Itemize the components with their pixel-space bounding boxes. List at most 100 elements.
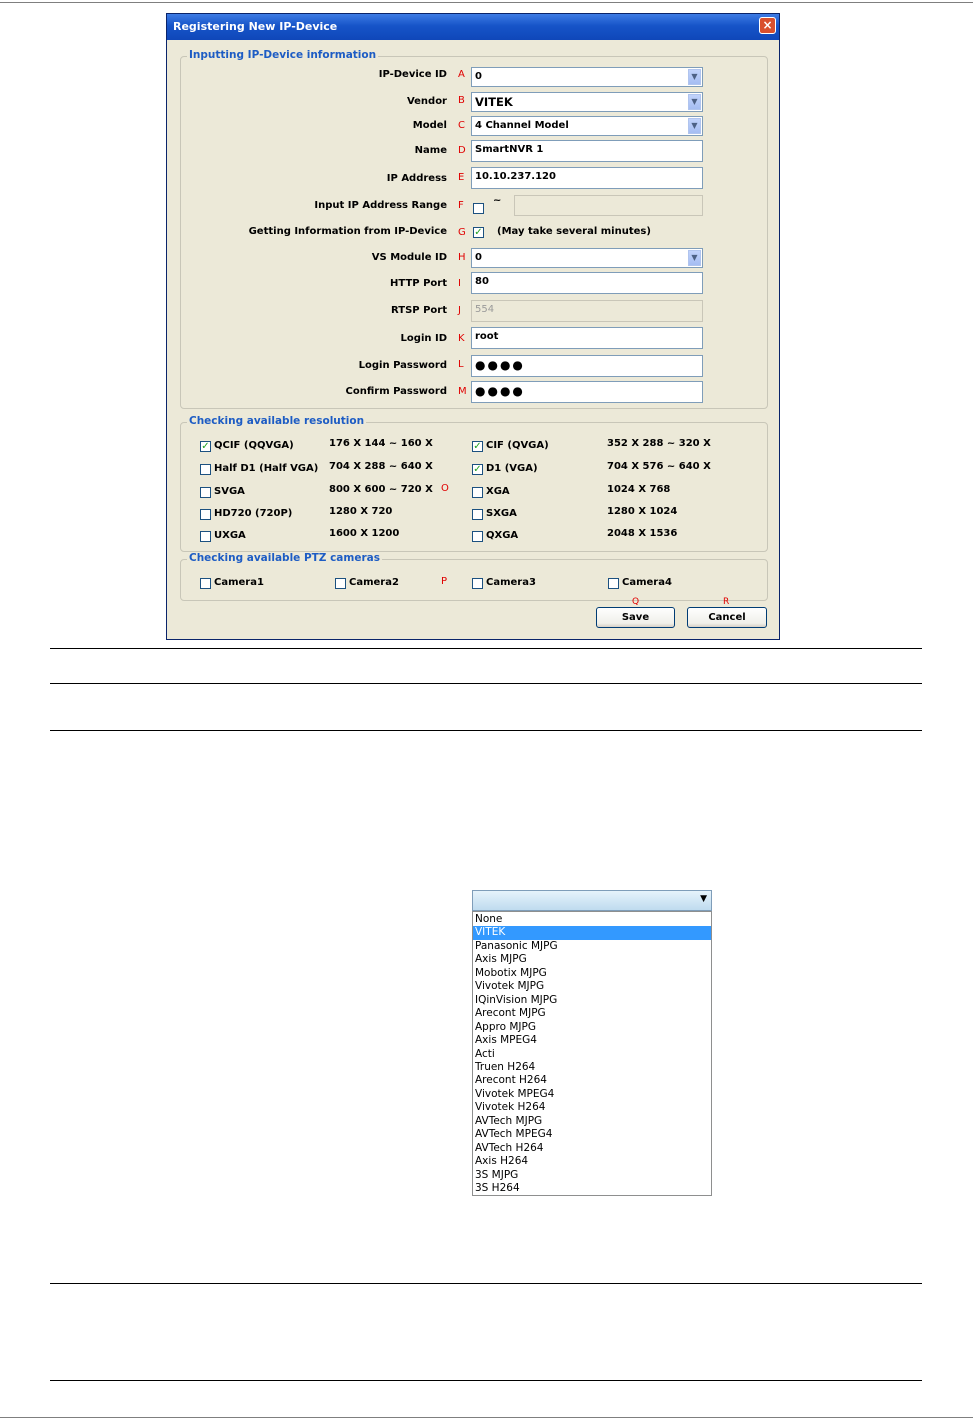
- rule: [50, 1283, 922, 1284]
- resolution-size: 176 X 144 ~ 160 X: [329, 438, 433, 449]
- resolution-checkbox[interactable]: [200, 464, 211, 475]
- camera-label: Camera2: [349, 577, 399, 588]
- ip-range-checkbox[interactable]: [473, 203, 484, 214]
- camera-label: Camera3: [486, 577, 536, 588]
- vs-module-letter: H: [458, 252, 466, 263]
- vendor-dropdown-list: None VITEK Panasonic MJPG Axis MJPG Mobotix …: [472, 911, 712, 1196]
- vs-module-select[interactable]: 0 ▼: [471, 248, 703, 268]
- camera-checkbox[interactable]: [200, 578, 211, 589]
- vendor-option[interactable]: Axis MJPG: [473, 953, 711, 966]
- camera-checkbox[interactable]: [472, 578, 483, 589]
- resolution-label: QCIF (QQVGA): [214, 440, 294, 451]
- cancel-letter: R: [723, 597, 730, 607]
- vendor-select[interactable]: VITEK ▼: [471, 92, 703, 112]
- vendor-option[interactable]: 3S MJPG: [473, 1169, 711, 1182]
- resolution-size: 704 X 576 ~ 640 X: [607, 461, 711, 472]
- resolution-checkbox[interactable]: [200, 487, 211, 498]
- save-button[interactable]: Save: [596, 607, 675, 628]
- device-id-select[interactable]: 0 ▼: [471, 67, 703, 87]
- confirm-password-label: Confirm Password: [345, 386, 447, 397]
- resolution-checkbox[interactable]: [200, 531, 211, 542]
- get-info-note: (May take several minutes): [497, 226, 651, 237]
- rule: [50, 648, 922, 649]
- rtsp-port-letter: J: [458, 305, 461, 316]
- ip-range-letter: F: [458, 200, 464, 211]
- vendor-option[interactable]: Arecont MJPG: [473, 1007, 711, 1020]
- confirm-password-letter: M: [458, 386, 467, 397]
- chevron-down-icon: ▼: [700, 894, 707, 904]
- resolution-checkbox[interactable]: [472, 509, 483, 520]
- login-id-input[interactable]: root: [471, 327, 703, 349]
- resolution-size: 704 X 288 ~ 640 X: [329, 461, 433, 472]
- ip-address-letter: E: [458, 172, 465, 183]
- vendor-option[interactable]: VITEK: [473, 926, 711, 940]
- resolution-checkbox[interactable]: [200, 509, 211, 520]
- vendor-option[interactable]: AVTech H264: [473, 1142, 711, 1155]
- vendor-option[interactable]: Truen H264: [473, 1061, 711, 1074]
- save-letter: Q: [632, 597, 640, 607]
- model-select[interactable]: 4 Channel Model ▼: [471, 116, 703, 136]
- get-info-label: Getting Information from IP-Device: [248, 226, 447, 237]
- login-password-input[interactable]: ●●●●: [471, 355, 703, 377]
- camera-label: Camera1: [214, 577, 264, 588]
- vendor-label: Vendor: [406, 96, 447, 107]
- ip-address-input[interactable]: 10.10.237.120: [471, 167, 703, 189]
- vendor-option[interactable]: Panasonic MJPG: [473, 940, 711, 953]
- vendor-option[interactable]: Appro MJPG: [473, 1021, 711, 1034]
- http-port-label: HTTP Port: [390, 278, 447, 289]
- dialog-title: Registering New IP-Device: [173, 20, 338, 33]
- chevron-down-icon: ▼: [688, 69, 701, 85]
- http-port-input[interactable]: 80: [471, 272, 703, 294]
- vendor-option[interactable]: Axis MPEG4: [473, 1034, 711, 1047]
- resolution-checkbox[interactable]: ✓: [200, 441, 211, 452]
- vendor-option[interactable]: Vivotek MPEG4: [473, 1088, 711, 1101]
- resolution-checkbox[interactable]: ✓: [472, 464, 483, 475]
- vendor-option[interactable]: Vivotek H264: [473, 1101, 711, 1114]
- vendor-option[interactable]: IQinVision MJPG: [473, 994, 711, 1007]
- close-button[interactable]: ×: [759, 17, 776, 34]
- ip-range-separator: ~: [493, 195, 502, 206]
- get-info-checkbox[interactable]: ✓: [473, 227, 484, 238]
- resolution-size: 1280 X 1024: [607, 506, 678, 517]
- resolution-checkbox[interactable]: [472, 531, 483, 542]
- camera-checkbox[interactable]: [608, 578, 619, 589]
- vendor-option[interactable]: None: [473, 913, 711, 926]
- resolution-size: 1280 X 720: [329, 506, 393, 517]
- name-input[interactable]: SmartNVR 1: [471, 140, 703, 162]
- vendor-letter: B: [458, 95, 465, 106]
- resolution-label: D1 (VGA): [486, 463, 538, 474]
- model-letter: C: [458, 120, 465, 131]
- vendor-option[interactable]: AVTech MPEG4: [473, 1128, 711, 1141]
- resolution-label: XGA: [486, 486, 510, 497]
- resolution-size: 1600 X 1200: [329, 528, 400, 539]
- vendor-option[interactable]: Acti: [473, 1048, 711, 1061]
- resolution-label: Half D1 (Half VGA): [214, 463, 319, 474]
- vendor-option[interactable]: Axis H264: [473, 1155, 711, 1168]
- rule: [50, 683, 922, 684]
- rule: [50, 730, 922, 731]
- vendor-option[interactable]: Mobotix MJPG: [473, 967, 711, 980]
- vendor-option[interactable]: 3S H264: [473, 1182, 711, 1195]
- vendor-option[interactable]: Arecont H264: [473, 1074, 711, 1087]
- vendor-option[interactable]: AVTech MJPG: [473, 1115, 711, 1128]
- page-bottom-rule: [0, 1417, 973, 1418]
- rule: [50, 1380, 922, 1381]
- cancel-button[interactable]: Cancel: [687, 607, 767, 628]
- get-info-letter: G: [458, 227, 466, 238]
- rtsp-port-input[interactable]: 554: [471, 300, 703, 322]
- vs-module-label: VS Module ID: [371, 252, 447, 263]
- login-password-label: Login Password: [358, 360, 447, 371]
- confirm-password-input[interactable]: ●●●●: [471, 381, 703, 403]
- resolution-checkbox[interactable]: [472, 487, 483, 498]
- ptz-letter: P: [441, 576, 448, 587]
- vendor-option[interactable]: Vivotek MJPG: [473, 980, 711, 993]
- vendor-dropdown-header[interactable]: ▼: [472, 890, 712, 911]
- ip-range-end-input[interactable]: [514, 195, 703, 216]
- chevron-down-icon: ▼: [688, 118, 701, 134]
- resolution-checkbox[interactable]: ✓: [472, 441, 483, 452]
- chevron-down-icon: ▼: [688, 94, 701, 110]
- resolution-size: 800 X 600 ~ 720 X: [329, 484, 433, 495]
- register-device-dialog: Registering New IP-Device × Inputting IP…: [166, 13, 780, 640]
- camera-checkbox[interactable]: [335, 578, 346, 589]
- login-password-letter: L: [458, 359, 464, 370]
